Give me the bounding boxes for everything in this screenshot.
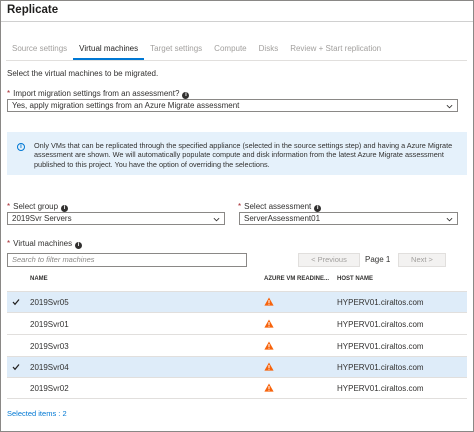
selected-items-link[interactable]: Selected items : 2 bbox=[7, 409, 67, 418]
import-settings-value: Yes, apply migration settings from an Az… bbox=[12, 101, 240, 110]
search-machines-input[interactable]: Search to filter machines bbox=[7, 253, 247, 267]
info-icon[interactable]: i bbox=[314, 205, 322, 212]
next-page-button[interactable]: Next > bbox=[398, 253, 446, 267]
title-divider bbox=[1, 21, 473, 22]
select-assessment-dropdown[interactable]: ServerAssessment01 bbox=[239, 212, 458, 225]
vm-host-name: HYPERV01.ciraltos.com bbox=[337, 298, 424, 307]
page-indicator: Page 1 bbox=[365, 255, 391, 264]
vm-name: 2019Svr03 bbox=[30, 342, 69, 351]
previous-page-button[interactable]: < Previous bbox=[298, 253, 360, 267]
table-row[interactable]: 2019Svr01 HYPERV01.ciraltos.com bbox=[7, 314, 467, 335]
required-marker: * bbox=[7, 239, 11, 248]
tab-compute[interactable]: Compute bbox=[208, 44, 252, 60]
chevron-down-icon bbox=[446, 104, 453, 109]
vm-name: 2019Svr02 bbox=[30, 384, 69, 393]
column-header-name[interactable]: NAME bbox=[30, 276, 48, 282]
vm-host-name: HYPERV01.ciraltos.com bbox=[337, 320, 424, 329]
warning-icon bbox=[264, 383, 274, 392]
required-marker: * bbox=[7, 202, 11, 211]
select-assessment-value: ServerAssessment01 bbox=[244, 214, 321, 223]
vm-host-name: HYPERV01.ciraltos.com bbox=[337, 363, 424, 372]
info-circle-icon: i bbox=[17, 143, 25, 151]
info-icon[interactable]: i bbox=[75, 242, 83, 249]
import-settings-label: * Import migration settings from an asses… bbox=[7, 89, 190, 99]
virtual-machines-label: * Virtual machines i bbox=[7, 239, 83, 249]
select-assessment-label: * Select assessment i bbox=[238, 202, 322, 212]
column-header-readiness[interactable]: AZURE VM READINE... bbox=[264, 276, 329, 282]
tab-disks[interactable]: Disks bbox=[253, 44, 285, 60]
chevron-down-icon bbox=[446, 217, 453, 222]
tab-source-settings[interactable]: Source settings bbox=[6, 44, 73, 60]
tab-virtual-machines[interactable]: Virtual machines bbox=[73, 44, 145, 60]
intro-text: Select the virtual machines to be migrat… bbox=[7, 69, 159, 78]
vm-host-name: HYPERV01.ciraltos.com bbox=[337, 384, 424, 393]
vm-name: 2019Svr05 bbox=[30, 298, 69, 307]
info-icon[interactable]: i bbox=[182, 92, 190, 99]
page-title: Replicate bbox=[7, 4, 59, 16]
chevron-down-icon bbox=[213, 217, 220, 222]
vm-host-name: HYPERV01.ciraltos.com bbox=[337, 342, 424, 351]
vm-name: 2019Svr04 bbox=[30, 363, 69, 372]
info-banner-text: Only VMs that can be replicated through … bbox=[34, 141, 453, 169]
select-group-value: 2019Svr Servers bbox=[12, 214, 72, 223]
warning-icon bbox=[264, 297, 274, 306]
tabs-divider bbox=[6, 60, 467, 61]
table-row[interactable]: 2019Svr03 HYPERV01.ciraltos.com bbox=[7, 336, 467, 357]
warning-icon bbox=[264, 319, 274, 328]
required-marker: * bbox=[7, 89, 11, 98]
import-settings-dropdown[interactable]: Yes, apply migration settings from an Az… bbox=[7, 99, 458, 112]
checkmark-icon[interactable] bbox=[12, 363, 20, 371]
tab-review-start-replication[interactable]: Review + Start replication bbox=[284, 44, 387, 60]
table-row[interactable]: 2019Svr02 HYPERV01.ciraltos.com bbox=[7, 378, 467, 399]
info-banner: i Only VMs that can be replicated throug… bbox=[7, 132, 467, 175]
select-group-dropdown[interactable]: 2019Svr Servers bbox=[7, 212, 225, 225]
column-header-host[interactable]: HOST NAME bbox=[337, 276, 373, 282]
checkmark-icon[interactable] bbox=[12, 298, 20, 306]
tab-target-settings[interactable]: Target settings bbox=[144, 44, 208, 60]
table-row[interactable]: 2019Svr05 HYPERV01.ciraltos.com bbox=[7, 292, 467, 313]
vm-name: 2019Svr01 bbox=[30, 320, 69, 329]
warning-icon bbox=[264, 362, 274, 371]
replicate-panel: Replicate Source settings Virtual machin… bbox=[0, 0, 474, 432]
required-marker: * bbox=[238, 202, 242, 211]
info-icon[interactable]: i bbox=[61, 205, 69, 212]
warning-icon bbox=[264, 341, 274, 350]
select-group-label: * Select group i bbox=[7, 202, 69, 212]
table-row[interactable]: 2019Svr04 HYPERV01.ciraltos.com bbox=[7, 357, 467, 378]
wizard-tabs: Source settings Virtual machines Target … bbox=[6, 44, 387, 60]
